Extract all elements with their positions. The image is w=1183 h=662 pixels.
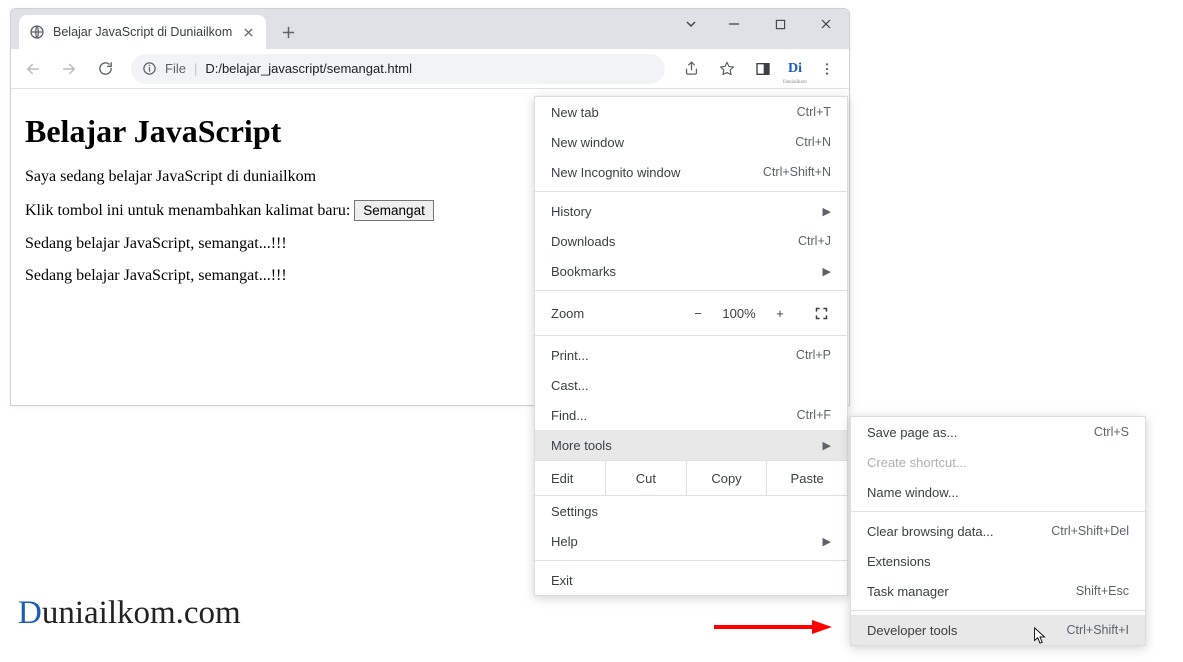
browser-tab[interactable]: Belajar JavaScript di Duniailkom [19,15,266,49]
globe-icon [29,24,45,40]
edit-copy[interactable]: Copy [686,461,767,495]
menu-separator [535,290,847,291]
watermark-text: Duniailkom.com [18,595,241,632]
side-panel-icon[interactable] [747,53,779,85]
submenu-clear-browsing[interactable]: Clear browsing data... Ctrl+Shift+Del [851,516,1145,546]
tab-close-icon[interactable] [240,24,256,40]
site-info-icon[interactable] [141,61,157,77]
menu-item-print[interactable]: Print... Ctrl+P [535,340,847,370]
menu-item-new-window[interactable]: New window Ctrl+N [535,127,847,157]
menu-separator [535,191,847,192]
url-separator: | [194,61,197,76]
submenu-extensions[interactable]: Extensions [851,546,1145,576]
new-tab-button[interactable] [274,18,302,46]
fullscreen-icon[interactable] [811,303,831,323]
edit-paste[interactable]: Paste [766,461,847,495]
menu-item-edit: Edit Cut Copy Paste [535,460,847,496]
menu-item-new-incognito[interactable]: New Incognito window Ctrl+Shift+N [535,157,847,187]
semangat-button[interactable]: Semangat [354,200,434,221]
annotation-arrow [712,619,832,635]
menu-item-downloads[interactable]: Downloads Ctrl+J [535,226,847,256]
menu-item-exit[interactable]: Exit [535,565,847,595]
menu-item-zoom: Zoom − 100% + [535,295,847,331]
window-controls [671,9,849,39]
menu-separator [535,335,847,336]
submenu-name-window[interactable]: Name window... [851,477,1145,507]
submenu-developer-tools[interactable]: Developer tools Ctrl+Shift+I [851,615,1145,645]
menu-item-cast[interactable]: Cast... [535,370,847,400]
back-button[interactable] [17,53,49,85]
chevron-right-icon: ▶ [823,535,831,548]
chevron-right-icon: ▶ [823,205,831,218]
tab-search-icon[interactable] [671,9,711,39]
menu-separator [535,560,847,561]
bookmark-star-icon[interactable] [711,53,743,85]
url-scheme: File [165,61,186,76]
menu-item-find[interactable]: Find... Ctrl+F [535,400,847,430]
close-window-button[interactable] [803,9,849,39]
extension-duniailkom-icon[interactable]: Di Duniailkom [783,57,807,81]
edit-cut[interactable]: Cut [605,461,686,495]
menu-separator [851,610,1145,611]
chrome-more-tools-submenu: Save page as... Ctrl+S Create shortcut..… [850,416,1146,646]
title-bar: Belajar JavaScript di Duniailkom [11,9,849,49]
menu-dots-icon[interactable] [811,53,843,85]
menu-item-more-tools[interactable]: More tools ▶ [535,430,847,460]
chrome-main-menu: New tab Ctrl+T New window Ctrl+N New Inc… [534,96,848,596]
zoom-out-button[interactable]: − [687,306,709,321]
submenu-create-shortcut: Create shortcut... [851,447,1145,477]
menu-separator [851,511,1145,512]
menu-item-help[interactable]: Help ▶ [535,526,847,556]
url-path: D:/belajar_javascript/semangat.html [205,61,412,76]
menu-item-bookmarks[interactable]: Bookmarks ▶ [535,256,847,286]
maximize-button[interactable] [757,9,803,39]
page-line-2-text: Klik tombol ini untuk menambahkan kalima… [25,202,354,219]
menu-item-history[interactable]: History ▶ [535,196,847,226]
reload-button[interactable] [89,53,121,85]
submenu-task-manager[interactable]: Task manager Shift+Esc [851,576,1145,606]
minimize-button[interactable] [711,9,757,39]
zoom-in-button[interactable]: + [769,306,791,321]
tab-title: Belajar JavaScript di Duniailkom [53,25,232,39]
toolbar: File | D:/belajar_javascript/semangat.ht… [11,49,849,89]
address-bar[interactable]: File | D:/belajar_javascript/semangat.ht… [131,54,665,84]
menu-item-new-tab[interactable]: New tab Ctrl+T [535,97,847,127]
zoom-value: 100% [719,306,759,321]
menu-item-settings[interactable]: Settings [535,496,847,526]
forward-button[interactable] [53,53,85,85]
chevron-right-icon: ▶ [823,439,831,452]
chevron-right-icon: ▶ [823,265,831,278]
share-icon[interactable] [675,53,707,85]
submenu-save-page[interactable]: Save page as... Ctrl+S [851,417,1145,447]
